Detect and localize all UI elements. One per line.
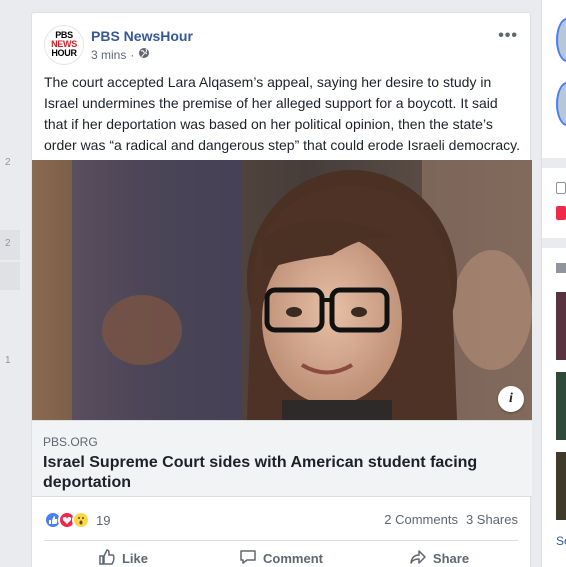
right-rail-avatar-1[interactable] — [556, 18, 566, 62]
engagement-counts: 2 Comments 3 Shares — [384, 512, 518, 527]
link-title[interactable]: Israel Supreme Court sides with American… — [43, 453, 513, 493]
gift-icon[interactable] — [556, 206, 566, 220]
wow-reaction-icon — [72, 511, 90, 529]
right-rail-thumb-2[interactable] — [556, 372, 566, 440]
globe-icon[interactable] — [138, 47, 150, 62]
post-time[interactable]: 3 mins — [91, 48, 126, 62]
right-rail: Se — [541, 0, 566, 567]
page-avatar[interactable]: PBS NEWS HOUR — [44, 25, 84, 65]
post-image[interactable]: i — [32, 160, 532, 420]
comment-icon — [239, 548, 257, 567]
link-domain: PBS.ORG — [43, 435, 98, 449]
comments-count-link[interactable]: 2 Comments — [384, 512, 458, 527]
photo-illustration — [32, 160, 532, 420]
left-item-2[interactable] — [0, 262, 20, 290]
meta-separator: · — [130, 47, 135, 62]
page-name-link[interactable]: PBS NewsHour — [91, 28, 193, 44]
left-count-3: 1 — [5, 355, 11, 366]
share-button[interactable]: Share — [360, 541, 518, 567]
post-header: PBS NEWS HOUR PBS NewsHour 3 mins · ••• — [44, 25, 518, 69]
comment-label: Comment — [263, 551, 323, 566]
like-button[interactable]: Like — [44, 541, 202, 567]
right-rail-divider-2 — [542, 238, 566, 248]
like-label: Like — [121, 551, 148, 566]
share-arrow-icon — [409, 548, 427, 567]
info-button[interactable]: i — [498, 386, 524, 412]
right-rail-avatar-2[interactable] — [556, 82, 566, 126]
left-count-1: 2 — [5, 157, 11, 168]
right-rail-thumb-3[interactable] — [556, 452, 566, 520]
share-label: Share — [432, 551, 470, 566]
reaction-count: 19 — [96, 512, 111, 528]
post-actions: Like Comment Share — [44, 540, 518, 567]
thumbs-up-icon — [98, 548, 116, 567]
shares-count-link[interactable]: 3 Shares — [466, 512, 518, 527]
comment-button[interactable]: Comment — [202, 541, 360, 567]
see-more-link[interactable]: Se — [556, 534, 566, 548]
reaction-summary[interactable]: 19 — [44, 511, 110, 529]
post-stats: 19 2 Comments 3 Shares — [44, 509, 518, 533]
calendar-icon[interactable] — [556, 182, 566, 194]
post-meta: 3 mins · — [91, 47, 150, 62]
left-count-2: 2 — [5, 238, 11, 249]
right-rail-thumb-1[interactable] — [556, 292, 566, 360]
video-icon[interactable] — [556, 263, 566, 273]
right-rail-divider-1 — [542, 158, 566, 168]
logo-text-3: HOUR — [51, 48, 77, 58]
post-text: The court accepted Lara Alqasem’s appeal… — [44, 74, 520, 153]
link-preview[interactable]: PBS.ORG Israel Supreme Court sides with … — [32, 420, 532, 497]
feed-post: PBS NEWS HOUR PBS NewsHour 3 mins · ••• … — [31, 12, 532, 567]
more-options-button[interactable]: ••• — [498, 27, 518, 45]
left-rail: 2 2 1 — [0, 0, 20, 567]
